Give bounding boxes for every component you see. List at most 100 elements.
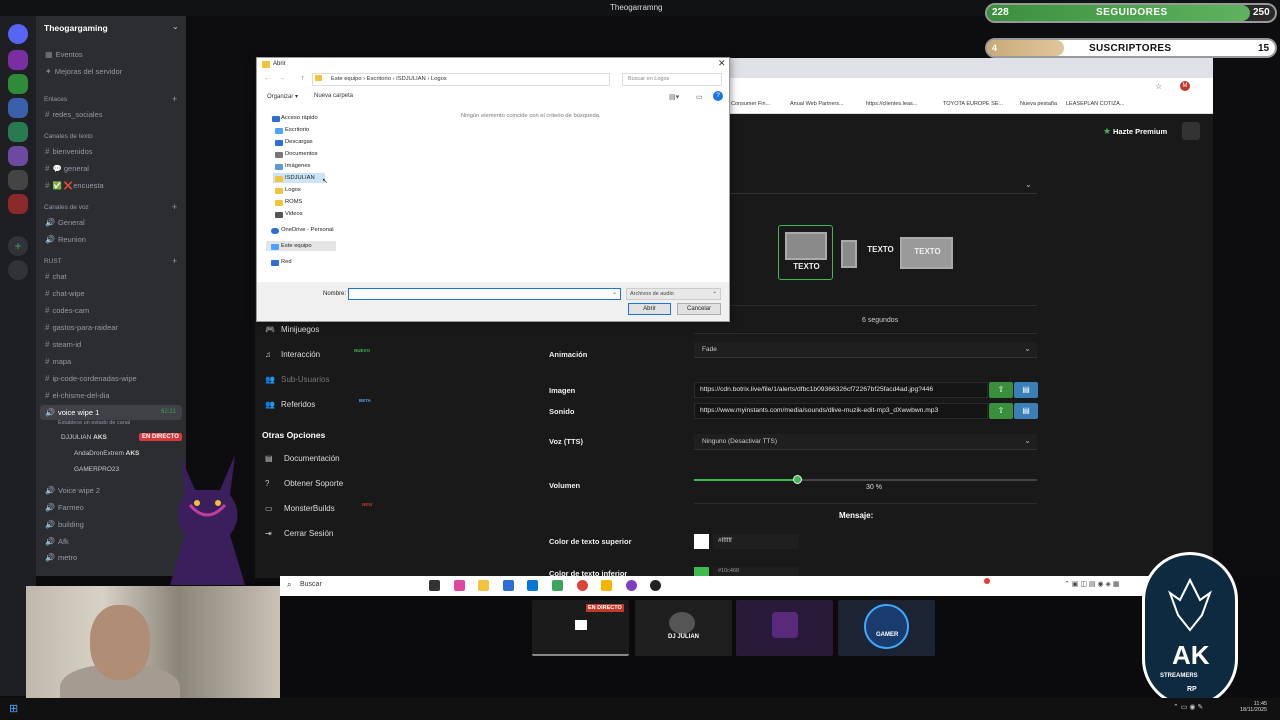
imagen-url-field[interactable]: https://cdn.botrix.live/file/1/alerts/df… bbox=[694, 382, 988, 398]
animacion-select[interactable]: Fade ⌄ bbox=[694, 342, 1037, 358]
category-enlaces[interactable]: Enlaces bbox=[44, 96, 67, 103]
view-icon[interactable]: ▤▾ bbox=[669, 93, 679, 101]
color-hex-field[interactable]: #10c468 bbox=[713, 567, 799, 576]
help-icon[interactable]: ? bbox=[713, 91, 723, 101]
server-icon[interactable] bbox=[8, 50, 28, 70]
bookmark-item[interactable]: https://clientes.leas... bbox=[866, 101, 917, 107]
upload-button[interactable]: ⇧ bbox=[989, 382, 1013, 398]
add-channel-icon[interactable]: + bbox=[172, 202, 177, 212]
server-icon[interactable] bbox=[8, 146, 28, 166]
category-texto[interactable]: Canales de texto bbox=[44, 133, 93, 140]
app-icon[interactable] bbox=[552, 580, 563, 591]
chevron-down-icon[interactable]: ⌄ bbox=[172, 22, 179, 31]
channel-eventos[interactable]: ▦ Eventos bbox=[45, 50, 83, 59]
voice-channel-item[interactable]: 🔊 Voice wipe 2 bbox=[45, 486, 100, 495]
type-option[interactable]: TEXTO bbox=[838, 225, 894, 280]
tree-item[interactable]: Escritorio bbox=[285, 127, 309, 133]
explore-icon[interactable] bbox=[8, 260, 28, 280]
voice-channel-item[interactable]: 🔊 metro bbox=[45, 553, 77, 562]
obs-icon[interactable] bbox=[650, 580, 661, 591]
voice-user[interactable]: AndaDronExtrem AKS bbox=[74, 450, 139, 457]
menu-minijuegos[interactable]: Minijuegos bbox=[281, 325, 319, 334]
server-icon[interactable] bbox=[8, 170, 28, 190]
star-icon[interactable]: ☆ bbox=[1155, 82, 1162, 91]
bookmark-item[interactable]: Nueva pestaña bbox=[1020, 101, 1057, 107]
taskview-icon[interactable] bbox=[429, 580, 440, 591]
up-icon[interactable]: ↑ bbox=[301, 75, 305, 82]
server-name[interactable]: Theogargaming bbox=[44, 23, 108, 33]
bookmark-item[interactable]: LEASEPLAN COTIZA... bbox=[1066, 101, 1124, 107]
menu-referidos[interactable]: Referidos bbox=[281, 400, 315, 409]
bookmark-item[interactable]: Anual Web Partners... bbox=[790, 101, 844, 107]
back-icon[interactable]: ← bbox=[264, 75, 271, 82]
tree-item[interactable]: ROMS bbox=[285, 199, 302, 205]
tray-icons[interactable]: ⌃ ▭ ◉ ✎ bbox=[1173, 703, 1203, 711]
windows-start-icon[interactable]: ⊞ bbox=[9, 702, 18, 715]
tray-icons[interactable]: ⌃ ▣ ◫ ▤ ◉ ◈ ▦ bbox=[1064, 580, 1119, 588]
voice-channel-item[interactable]: 🔊 Reunion bbox=[45, 235, 86, 244]
channel-status[interactable]: Establece un estado de canal bbox=[58, 420, 130, 426]
profile-icon[interactable]: M bbox=[1180, 81, 1190, 91]
type-option-selected[interactable]: TEXTO bbox=[778, 225, 833, 280]
tree-item[interactable]: Descargas bbox=[285, 139, 313, 145]
voz-select[interactable]: Ninguno (Desactivar TTS) ⌄ bbox=[694, 434, 1037, 450]
chevron-down-icon[interactable]: ⌄ bbox=[612, 289, 617, 296]
folder-icon[interactable] bbox=[478, 580, 489, 591]
gallery-button[interactable]: ▤ bbox=[1014, 382, 1038, 398]
voice-channel-item[interactable]: 🔊 Afk bbox=[45, 537, 69, 546]
tree-item[interactable]: Imágenes bbox=[285, 163, 310, 169]
tree-item[interactable]: Logos bbox=[285, 187, 301, 193]
channel-item[interactable]: # 💬 general bbox=[45, 164, 89, 173]
app-icon[interactable] bbox=[601, 580, 612, 591]
app-icon[interactable] bbox=[454, 580, 465, 591]
pane-icon[interactable]: ▭ bbox=[696, 93, 703, 101]
color-swatch[interactable] bbox=[694, 567, 709, 576]
server-icon[interactable] bbox=[8, 122, 28, 142]
active-voice-label[interactable]: 🔊 voice wipe 1 bbox=[45, 408, 99, 417]
volume-slider-handle[interactable] bbox=[793, 475, 802, 484]
tree-item[interactable]: Este equipo bbox=[281, 243, 312, 249]
menu-subusuarios[interactable]: Sub-Usuarios bbox=[281, 375, 329, 384]
menu-documentacion[interactable]: Documentación bbox=[284, 454, 340, 463]
organize-button[interactable]: Organizar ▾ bbox=[267, 93, 298, 100]
new-folder-button[interactable]: Nueva carpeta bbox=[314, 93, 353, 99]
voice-channel-item[interactable]: 🔊 General bbox=[45, 218, 85, 227]
channel-item[interactable]: # el-chisme-del-dia bbox=[45, 391, 110, 400]
avatar[interactable] bbox=[1182, 122, 1200, 140]
type-option[interactable]: TEXTO bbox=[899, 225, 954, 280]
tree-item[interactable]: Documentos bbox=[285, 151, 318, 157]
voice-user[interactable]: DJJULIAN AKS bbox=[61, 434, 107, 441]
voice-user[interactable]: GAMERPRO23 bbox=[74, 466, 119, 473]
channel-item[interactable]: # bienvenidos bbox=[45, 147, 92, 156]
gallery-button[interactable]: ▤ bbox=[1014, 403, 1038, 419]
bookmark-item[interactable]: TOYOTA EUROPE SE... bbox=[943, 101, 1003, 107]
channel-item[interactable]: # ip-code-cordenadas-wipe bbox=[45, 374, 137, 383]
filetype-select[interactable]: Archivos de audio ⌄ bbox=[626, 288, 721, 300]
menu-interaccion[interactable]: Interacción bbox=[281, 350, 320, 359]
taskbar-search[interactable]: Buscar bbox=[300, 581, 322, 588]
color-hex-field[interactable]: #ffffff bbox=[713, 534, 799, 549]
dialog-search-input[interactable]: Buscar en Logos bbox=[622, 73, 722, 86]
category-voz[interactable]: Canales de voz bbox=[44, 204, 89, 211]
category-rust[interactable]: RUST bbox=[44, 258, 62, 265]
add-channel-icon[interactable]: + bbox=[172, 94, 177, 104]
server-icon[interactable] bbox=[8, 98, 28, 118]
app-icon[interactable] bbox=[503, 580, 514, 591]
channel-item[interactable]: # gastos-para-raidear bbox=[45, 323, 118, 332]
voice-channel-item[interactable]: 🔊 building bbox=[45, 520, 84, 529]
forward-icon[interactable]: → bbox=[278, 75, 285, 82]
color-swatch[interactable] bbox=[694, 534, 709, 549]
chrome-icon[interactable] bbox=[577, 580, 588, 591]
menu-soporte[interactable]: Obtener Soporte bbox=[284, 479, 343, 488]
premium-button[interactable]: Hazte Premium bbox=[1104, 127, 1167, 136]
voice-channel-item[interactable]: 🔊 Farmeo bbox=[45, 503, 84, 512]
upload-button[interactable]: ⇧ bbox=[989, 403, 1013, 419]
channel-item[interactable]: # chat bbox=[45, 272, 67, 281]
close-icon[interactable]: ✕ bbox=[718, 58, 726, 69]
server-icon[interactable] bbox=[8, 194, 28, 214]
open-button[interactable]: Abrir bbox=[628, 303, 671, 315]
system-clock[interactable]: 11:45 18/11/2025 bbox=[1240, 701, 1267, 713]
channel-item[interactable]: # steam-id bbox=[45, 340, 81, 349]
add-channel-icon[interactable]: + bbox=[172, 256, 177, 266]
tree-item[interactable]: OneDrive - Personal bbox=[281, 227, 334, 233]
